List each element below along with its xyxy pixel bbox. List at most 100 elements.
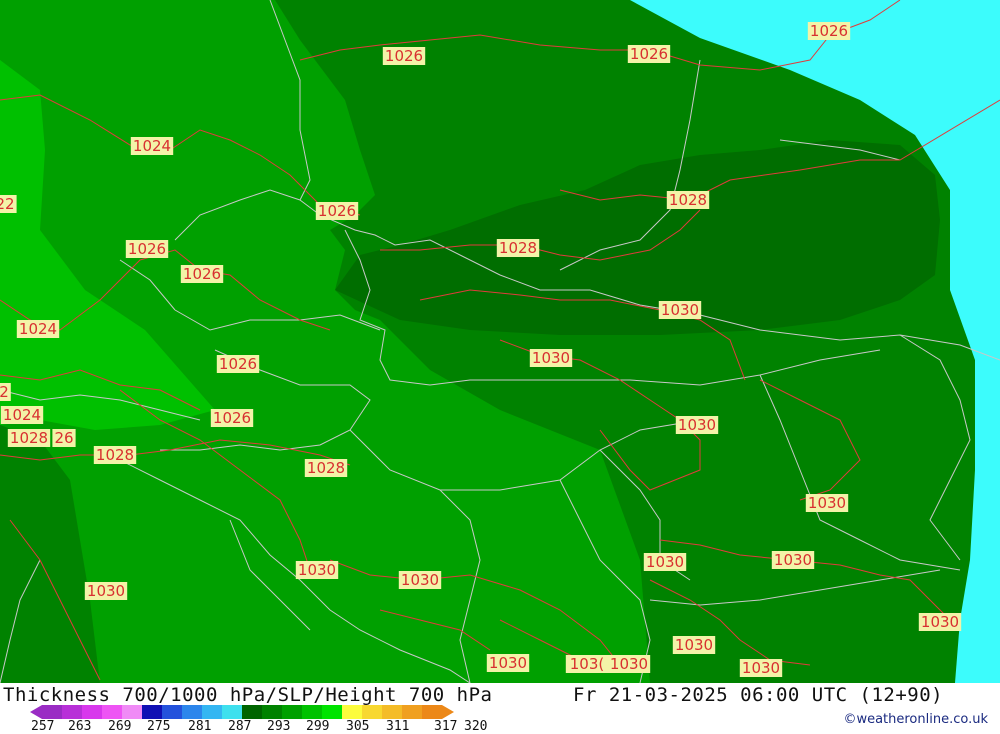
isobar-label-text: 26 [54,429,73,447]
isobar-label: 103( [565,655,609,673]
isobar-label-text: 1028 [10,429,48,447]
legend-arrow-right [442,705,454,719]
legend-tick-label: 293 [267,719,291,734]
isobar-label-text: 1030 [774,551,812,569]
isobar-label-text: 1030 [661,301,699,319]
isobar-label: 1030 [529,349,573,367]
isobar-label: 1030 [739,659,783,677]
isobar-label-text: 1026 [213,409,251,427]
legend-tick-label: 317 [434,719,458,734]
legend-tick-label: 257 [31,719,55,734]
legend-swatch [202,705,222,719]
legend-tick-label: 287 [228,719,252,734]
isobar-label: 1026 [382,47,426,65]
isobar-label: 1030 [84,582,128,600]
isobar-label-text: 1026 [630,45,668,63]
legend-swatch [402,705,422,719]
isobar-label-text: 1030 [87,582,125,600]
isobar-label: 1024 [0,406,44,424]
isobar-label: 2 [0,383,11,401]
isobar-label-text: 1026 [318,202,356,220]
isobar-label: 1030 [607,655,651,673]
isobar-label-text: 1026 [183,265,221,283]
isobar-label: 1026 [210,409,254,427]
legend-swatch [62,705,82,719]
isobar-label-text: 1028 [669,191,707,209]
isobar-label: 26 [52,429,76,447]
isobar-label: 1026 [216,355,260,373]
legend-tick-label: 320 [464,719,488,734]
isobar-label: 1030 [398,571,442,589]
isobar-label-text: 1030 [675,636,713,654]
legend-tick-label: 311 [386,719,410,734]
isobar-label: 1028 [496,239,540,257]
isobar-label-text: 1030 [489,654,527,672]
isobar-label-text: 1030 [678,416,716,434]
isobar-label: 1028 [93,446,137,464]
isobar-label-text: 1024 [19,320,57,338]
isobar-label-text: 1026 [219,355,257,373]
isobar-label: 1028 [666,191,710,209]
legend-swatch [382,705,402,719]
isobar-label-text: 1030 [298,561,336,579]
isobar-label-text: 1030 [742,659,780,677]
isobar-label: 1026 [627,45,671,63]
legend-tick-label: 299 [306,719,330,734]
legend-tick-label: 275 [147,719,171,734]
color-legend [30,705,454,719]
isobar-label-text: 1026 [128,240,166,258]
isobar-label-text: 103( [570,655,604,673]
isobar-label-text: 1030 [921,613,959,631]
legend-swatch [162,705,182,719]
map-title: Thickness 700/1000 hPa/SLP/Height 700 hP… [3,684,493,706]
legend-swatch [362,705,382,719]
isobar-label-text: 1028 [96,446,134,464]
isobar-label: 1030 [658,301,702,319]
isobar-label: 1030 [771,551,815,569]
isobar-label-text: 2 [0,383,9,401]
isobar-label-text: 1024 [3,406,41,424]
legend-swatch [242,705,262,719]
legend-arrow-left [30,705,42,719]
legend-swatch [102,705,122,719]
legend-swatch [282,705,302,719]
isobar-label: 1030 [805,494,849,512]
isobar-label: 1030 [295,561,339,579]
isobar-label: 1026 [315,202,359,220]
isobar-label: 1026 [180,265,224,283]
legend-swatch [82,705,102,719]
isobar-label: 1030 [486,654,530,672]
isobar-label: 1026 [807,22,851,40]
isobar-label: 1024 [16,320,60,338]
isobar-label-text: 1028 [307,459,345,477]
isobar-label: 1026 [125,240,169,258]
legend-swatch [302,705,322,719]
legend-swatch [342,705,362,719]
legend-tick-label: 269 [108,719,132,734]
isobar-label-text: 1030 [532,349,570,367]
valid-time: Fr 21-03-2025 06:00 UTC (12+90) [573,684,944,706]
credit-link[interactable]: ©weatheronline.co.uk [843,712,988,727]
legend-tick-label: 281 [188,719,212,734]
legend-swatch [42,705,62,719]
legend-swatch [222,705,242,719]
isobar-label-text: 1024 [133,137,171,155]
isobar-label: 1028 [304,459,348,477]
legend-tick-label: 263 [68,719,92,734]
isobar-label-text: 1030 [808,494,846,512]
isobar-label-text: 1030 [610,655,648,673]
isobar-label-text: 1026 [385,47,423,65]
legend-swatch [322,705,342,719]
isobar-label-text: 1026 [810,22,848,40]
isobar-label: 1030 [672,636,716,654]
isobar-label: 1028 [7,429,51,447]
legend-swatch [142,705,162,719]
isobar-label-text: 1028 [499,239,537,257]
isobar-label: 1030 [643,553,687,571]
legend-swatch [262,705,282,719]
legend-swatch [182,705,202,719]
isobar-label: 1030 [675,416,719,434]
isobar-label-text: 1030 [401,571,439,589]
legend-swatch [422,705,442,719]
isobar-label: 1024 [130,137,174,155]
